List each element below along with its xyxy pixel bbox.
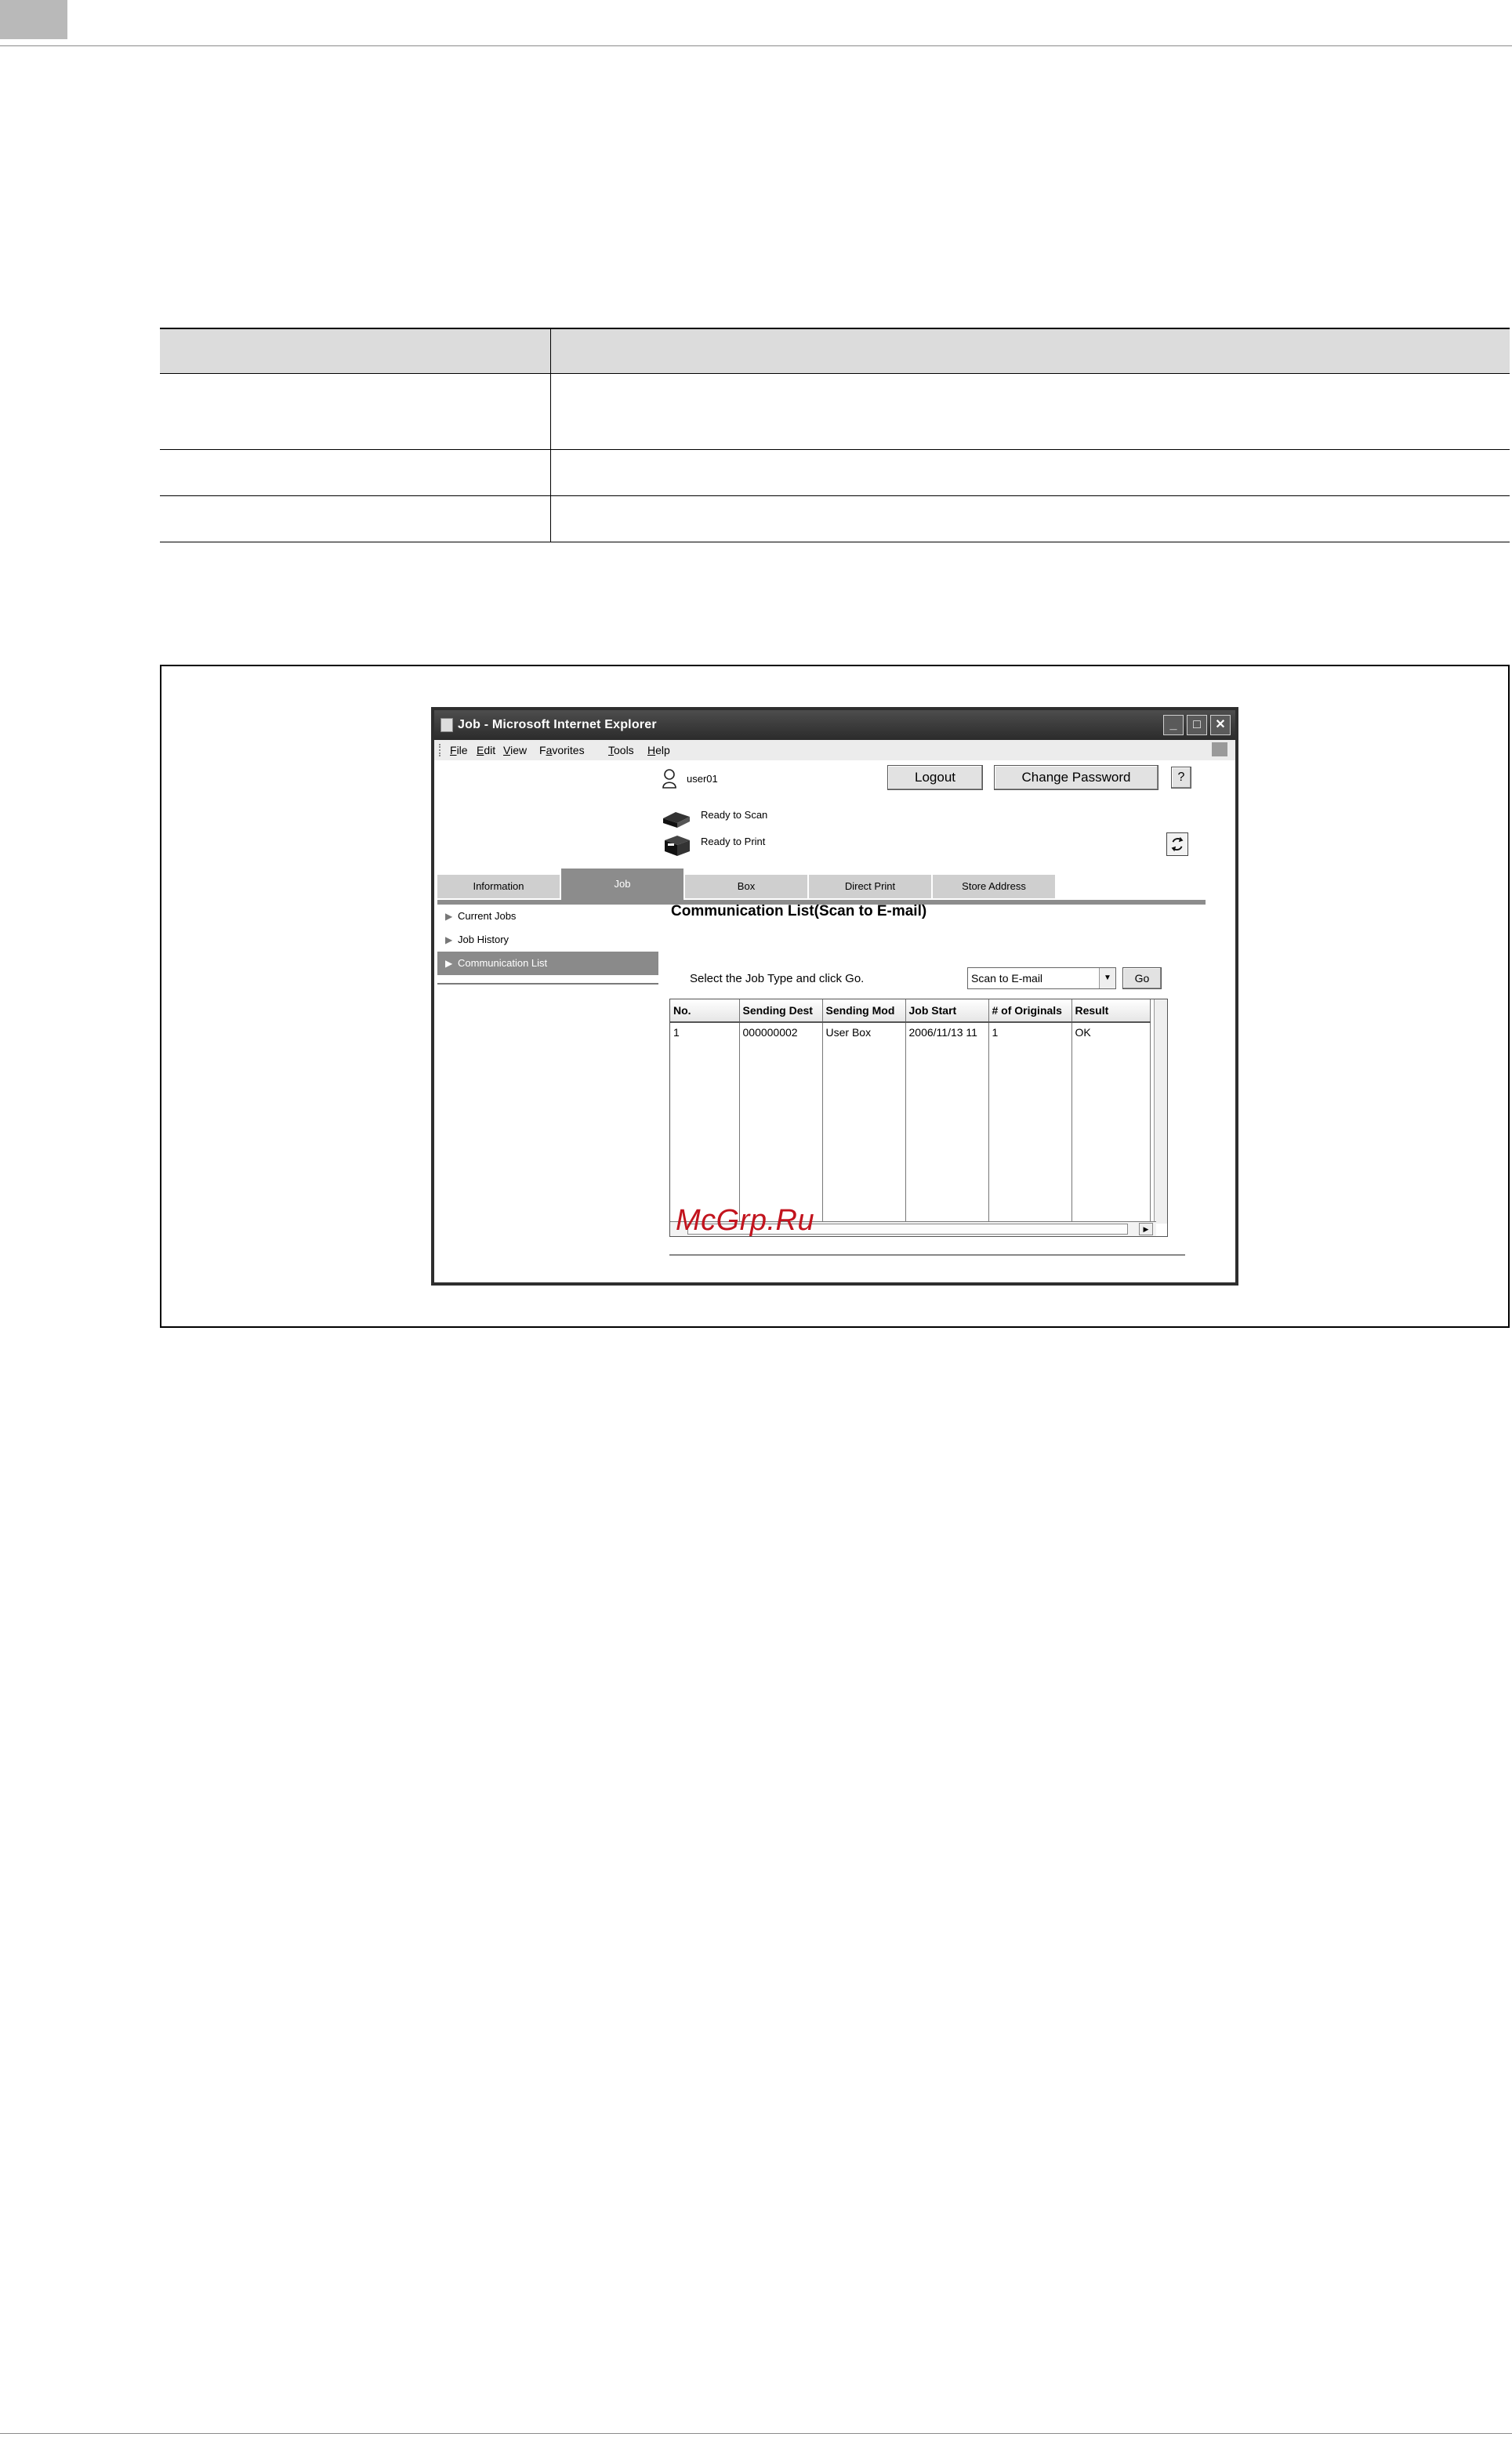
- scanner-icon: [663, 812, 690, 828]
- table-cell: [160, 495, 550, 542]
- table-row[interactable]: 1 000000002 User Box 2006/11/13 11 1 OK: [670, 1022, 1151, 1225]
- watermark: McGrp.Ru: [676, 1204, 815, 1237]
- status-print: Ready to Print: [701, 836, 766, 847]
- toolbar-grip: [439, 744, 443, 756]
- job-type-select[interactable]: Scan to E-mail ▼: [967, 967, 1116, 989]
- refresh-icon[interactable]: [1166, 832, 1188, 856]
- table-cell: User Box: [822, 1022, 906, 1225]
- sidebar-item-label: Job History: [458, 934, 509, 945]
- sidebar-item-label: Current Jobs: [458, 910, 517, 922]
- table-cell: [160, 449, 550, 496]
- user-name: user01: [687, 773, 718, 785]
- table-header-cell: [160, 328, 550, 374]
- tab-information[interactable]: Information: [437, 875, 560, 898]
- tab-box[interactable]: Box: [685, 875, 807, 898]
- menu-bar: File Edit View Favorites Tools Help: [434, 740, 1235, 761]
- tab-bar: Information Job Box Direct Print Store A…: [437, 869, 1190, 900]
- table-cell: [549, 449, 1510, 496]
- corner-tab: [0, 0, 67, 39]
- logout-button[interactable]: Logout: [887, 765, 983, 790]
- table-cell: OK: [1071, 1022, 1151, 1225]
- scroll-right-icon[interactable]: ▶: [1139, 1223, 1153, 1235]
- sidebar-item-current-jobs[interactable]: ▶ Current Jobs: [437, 905, 658, 928]
- tab-store-address[interactable]: Store Address: [933, 875, 1055, 898]
- minimize-icon[interactable]: _: [1163, 715, 1184, 735]
- menu-help[interactable]: Help: [647, 744, 670, 756]
- footer-rule: [0, 2433, 1512, 2434]
- table-cell: 2006/11/13 11: [905, 1022, 989, 1225]
- table-header-cell: [549, 328, 1510, 374]
- menu-file[interactable]: File: [450, 744, 468, 756]
- arrow-right-icon: ▶: [445, 911, 453, 922]
- table-cell: [549, 495, 1510, 542]
- communication-list-table: No. Sending Dest Sending Mod Job Start #…: [669, 999, 1168, 1237]
- browser-content: user01 Logout Change Password ? Ready to…: [434, 760, 1235, 1282]
- sidebar-divider: [437, 983, 658, 985]
- browser-window: Job - Microsoft Internet Explorer _ □ ✕ …: [431, 707, 1238, 1286]
- change-password-button[interactable]: Change Password: [994, 765, 1158, 790]
- column-header[interactable]: Sending Mod: [822, 999, 906, 1023]
- user-icon: [662, 769, 676, 789]
- table-cell: [549, 373, 1510, 450]
- data-grid: No. Sending Dest Sending Mod Job Start #…: [670, 999, 1151, 1225]
- header-row: No. Sending Dest Sending Mod Job Start #…: [670, 999, 1151, 1023]
- page-icon: [441, 718, 453, 732]
- help-button[interactable]: ?: [1171, 767, 1191, 789]
- sidebar-item-communication-list[interactable]: ▶ Communication List: [437, 952, 658, 975]
- menu-edit[interactable]: Edit: [477, 744, 495, 756]
- menu-favorites[interactable]: Favorites: [539, 744, 585, 756]
- table-cell: 1: [988, 1022, 1072, 1225]
- menu-tools[interactable]: Tools: [608, 744, 634, 756]
- windows-logo-icon: [1212, 742, 1227, 756]
- tab-direct-print[interactable]: Direct Print: [809, 875, 931, 898]
- status-scan: Ready to Scan: [701, 809, 768, 821]
- table-cell: [160, 373, 550, 450]
- arrow-right-icon: ▶: [445, 958, 453, 969]
- column-header[interactable]: # of Originals: [988, 999, 1072, 1023]
- table-cell: 1: [670, 1022, 740, 1225]
- sidebar: ▶ Current Jobs ▶ Job History ▶ Communica…: [437, 905, 658, 975]
- content-divider: [669, 1254, 1185, 1256]
- job-type-label: Select the Job Type and click Go.: [690, 972, 865, 985]
- printer-icon: [665, 836, 690, 856]
- column-header[interactable]: Result: [1071, 999, 1151, 1023]
- window-title: Job - Microsoft Internet Explorer: [458, 718, 657, 731]
- column-header[interactable]: Sending Dest: [739, 999, 823, 1023]
- column-header[interactable]: No.: [670, 999, 740, 1023]
- go-button[interactable]: Go: [1122, 967, 1162, 989]
- title-bar[interactable]: Job - Microsoft Internet Explorer _ □ ✕: [434, 710, 1235, 740]
- chevron-down-icon[interactable]: ▼: [1099, 968, 1115, 988]
- menu-view[interactable]: View: [503, 744, 527, 756]
- arrow-right-icon: ▶: [445, 934, 453, 945]
- vertical-scrollbar[interactable]: [1154, 999, 1167, 1224]
- column-header[interactable]: Job Start: [905, 999, 989, 1023]
- page-title: Communication List(Scan to E-mail): [671, 903, 927, 919]
- table-cell: 000000002: [739, 1022, 823, 1225]
- header-rule: [0, 45, 1512, 46]
- maximize-icon[interactable]: □: [1187, 715, 1207, 735]
- tab-job[interactable]: Job: [561, 869, 683, 900]
- description-table: [160, 328, 1510, 542]
- sidebar-item-job-history[interactable]: ▶ Job History: [437, 928, 658, 952]
- sidebar-item-label: Communication List: [458, 957, 548, 969]
- close-icon[interactable]: ✕: [1210, 715, 1231, 735]
- job-type-value: Scan to E-mail: [971, 972, 1043, 985]
